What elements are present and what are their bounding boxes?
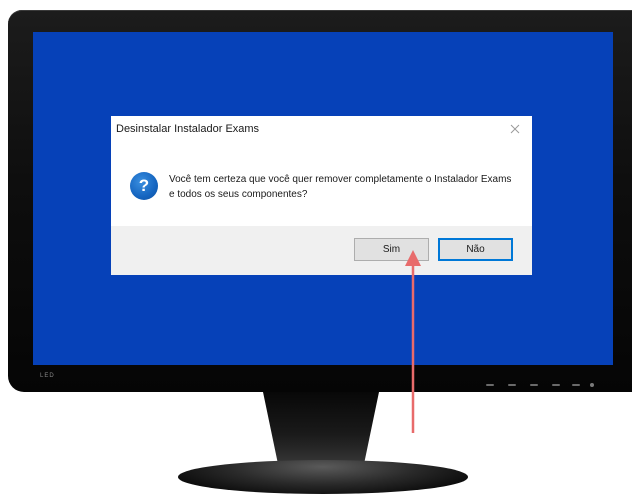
no-button[interactable]: Não bbox=[438, 238, 513, 261]
monitor-button bbox=[508, 384, 516, 386]
monitor-button bbox=[486, 384, 494, 386]
monitor-button bbox=[552, 384, 560, 386]
monitor-stand-neck bbox=[263, 392, 379, 470]
uninstall-confirm-dialog: Desinstalar Instalador Exams ? Você tem … bbox=[111, 116, 532, 275]
dialog-titlebar: Desinstalar Instalador Exams bbox=[111, 116, 532, 142]
dialog-title: Desinstalar Instalador Exams bbox=[116, 123, 260, 135]
dialog-message: Você tem certeza que você quer remover c… bbox=[169, 174, 512, 200]
monitor-control-buttons bbox=[486, 383, 606, 390]
dialog-button-bar: Sim Não bbox=[111, 226, 532, 275]
question-icon: ? bbox=[130, 172, 158, 200]
monitor-brand-logo: LED bbox=[40, 373, 55, 379]
yes-button[interactable]: Sim bbox=[354, 238, 429, 261]
monitor-stand-base bbox=[178, 460, 468, 494]
monitor-button bbox=[530, 384, 538, 386]
close-icon[interactable] bbox=[509, 122, 521, 134]
power-button-icon bbox=[590, 383, 594, 387]
monitor-button bbox=[572, 384, 580, 386]
